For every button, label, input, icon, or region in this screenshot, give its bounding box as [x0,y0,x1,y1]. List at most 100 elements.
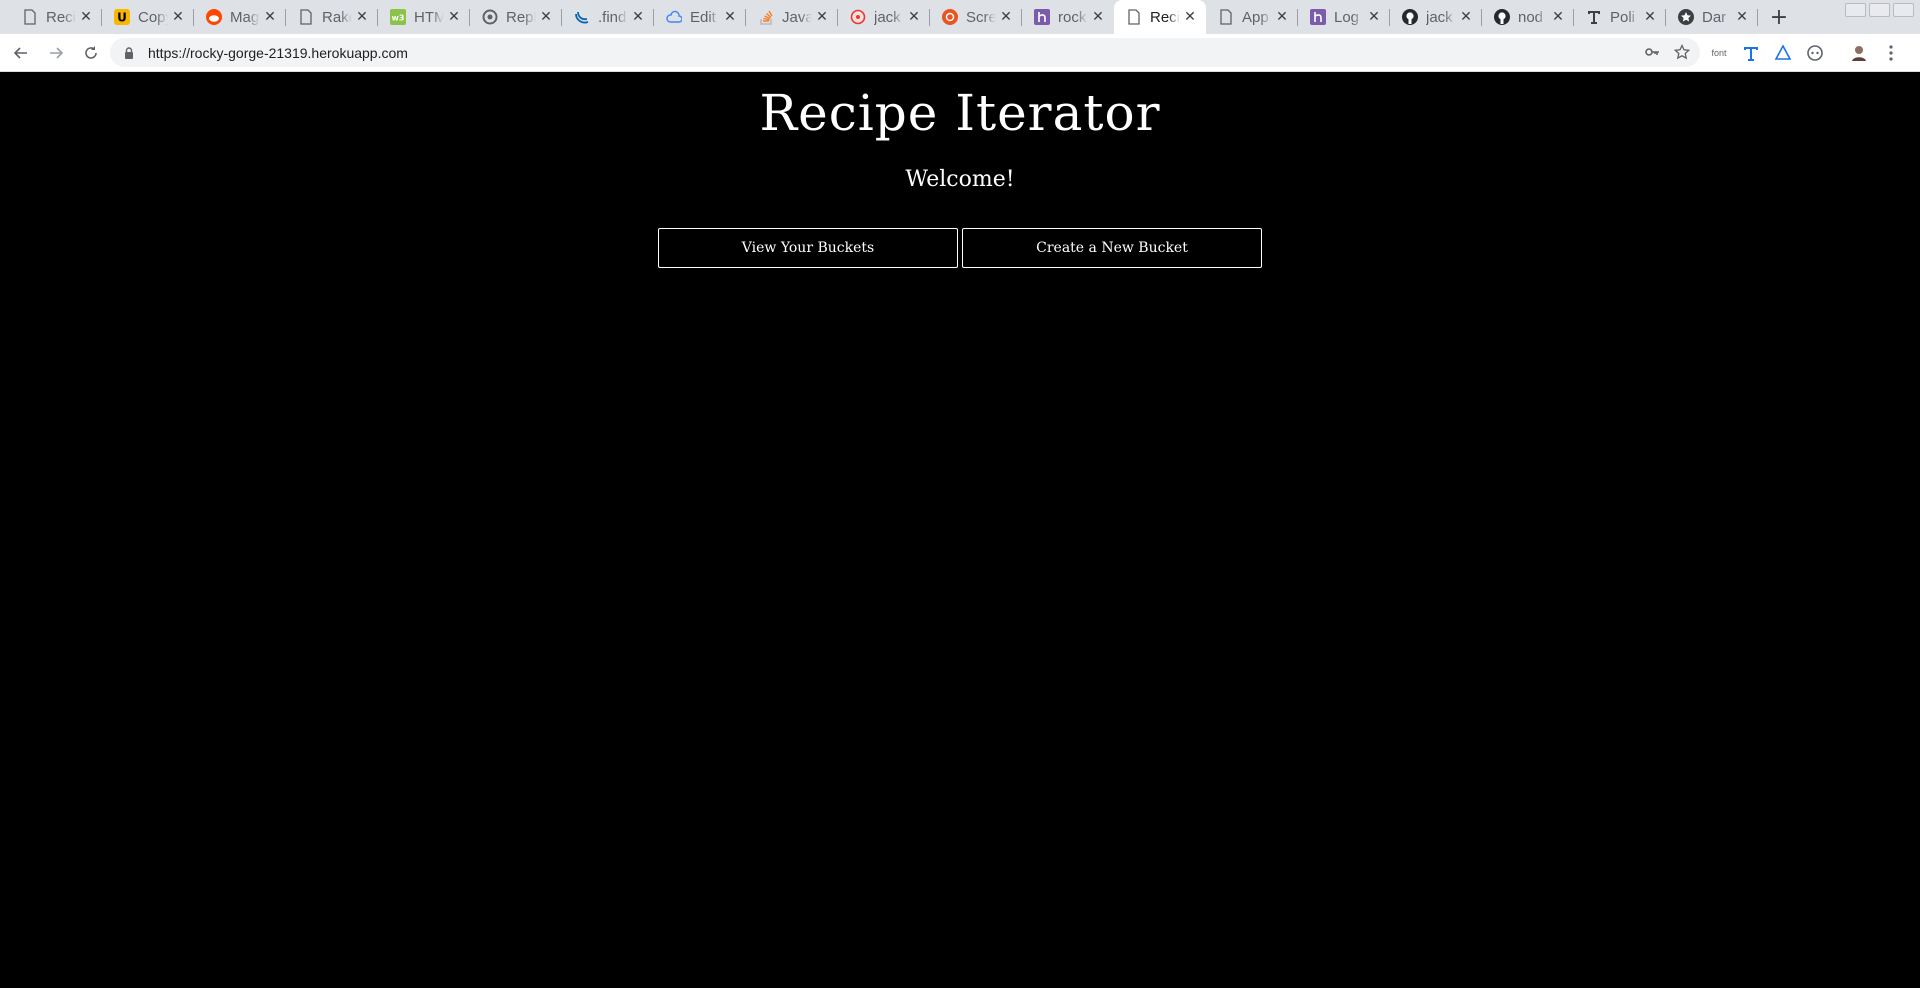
tab-title: HTML [414,8,444,26]
tab[interactable]: w3 HTML✕ [378,0,470,34]
cloud-icon [666,9,682,25]
tab-title: Scre [966,8,996,26]
tab-title: Recipe Iterator [46,8,76,26]
u-favicon-icon: U [114,9,130,25]
window-controls [1845,3,1914,17]
triangle-extension-icon[interactable] [1772,42,1794,64]
tab-close-icon[interactable]: ✕ [906,9,922,25]
tab[interactable]: Reply✕ [470,0,562,34]
create-bucket-button[interactable]: Create a New Bucket [962,228,1262,268]
reload-button[interactable] [77,39,105,67]
tab-close-icon[interactable]: ✕ [1182,9,1198,25]
tab-close-icon[interactable]: ✕ [630,9,646,25]
github-icon [1402,9,1418,25]
view-buckets-button[interactable]: View Your Buckets [658,228,958,268]
jquery-icon [574,9,590,25]
tab-close-icon[interactable]: ✕ [446,9,462,25]
circle-extension-icon[interactable] [1804,42,1826,64]
tab-title: Reply [506,8,536,26]
tab-active[interactable]: Reci ✕ [1114,0,1206,34]
tab-close-icon[interactable]: ✕ [1274,9,1290,25]
tab-close-icon[interactable]: ✕ [1090,9,1106,25]
key-icon[interactable] [1644,44,1660,60]
restore-button[interactable] [1869,3,1890,17]
tab[interactable]: Rake✕ [286,0,378,34]
tab-close-icon[interactable]: ✕ [998,9,1014,25]
tab-close-icon[interactable]: ✕ [1458,9,1474,25]
github-icon [1494,9,1510,25]
page-icon [1126,9,1142,25]
tab-close-icon[interactable]: ✕ [722,9,738,25]
profile-avatar-icon[interactable] [1848,42,1870,64]
tab[interactable]: .find ✕ [562,0,654,34]
page-title: Recipe Iterator [759,84,1161,142]
tab-title: rock [1058,8,1087,26]
tab[interactable]: Magic✕ [194,0,286,34]
tab-close-icon[interactable]: ✕ [170,9,186,25]
tab-title: Copy [138,8,168,26]
back-arrow-icon [13,46,27,59]
tab[interactable]: Java ✕ [746,0,838,34]
tab[interactable]: U Copy✕ [102,0,194,34]
address-bar[interactable]: https://rocky-gorge-21319.herokuapp.com [110,38,1700,67]
typeface-extension-icon[interactable] [1740,42,1762,64]
tab[interactable]: nod ✕ [1482,0,1574,34]
star-circle-icon [1678,9,1694,25]
tab[interactable]: Recipe Iterator✕ [10,0,102,34]
tab[interactable]: Edit ✕ [654,0,746,34]
font-extension-icon[interactable]: font [1708,42,1730,64]
svg-text:w3: w3 [392,14,405,23]
tab[interactable]: Dar ✕ [1666,0,1758,34]
tab-title: nod [1518,8,1544,26]
typeface-icon [1586,9,1602,25]
tab-close-icon[interactable]: ✕ [262,9,278,25]
circle-favicon-icon [482,9,498,25]
tab[interactable]: jack ✕ [838,0,930,34]
url-text: https://rocky-gorge-21319.herokuapp.com [148,44,408,61]
forward-button[interactable] [42,39,70,67]
tab-list: Recipe Iterator✕UCopy✕Magic✕Rake✕w3HTML✕… [0,0,1796,34]
tab[interactable]: App ✕ [1206,0,1298,34]
tab[interactable]: Scre ✕ [930,0,1022,34]
minimize-button[interactable] [1845,3,1866,17]
red-favicon-icon [850,9,866,25]
tab[interactable]: Poli ✕ [1574,0,1666,34]
menu-dots-icon[interactable] [1880,42,1902,64]
tab-title: Edit [690,8,716,26]
tab-close-icon[interactable]: ✕ [354,9,370,25]
tab-title: .find [598,8,627,26]
tab[interactable]: jack ✕ [1390,0,1482,34]
tab-strip: Recipe Iterator✕UCopy✕Magic✕Rake✕w3HTML✕… [0,0,1920,34]
browser-toolbar: https://rocky-gorge-21319.herokuapp.com … [0,34,1920,72]
forward-arrow-icon [50,46,64,59]
page-icon [1218,9,1234,25]
tab-title: App [1242,8,1269,26]
page-icon [298,9,314,25]
tab-title: Dar [1702,8,1727,26]
tab-title: Reci [1150,8,1180,26]
tab[interactable]: Log ✕ [1298,0,1390,34]
back-button[interactable] [7,39,35,67]
tab-close-icon[interactable]: ✕ [78,9,94,25]
stackoverflow-icon [758,9,774,25]
action-buttons: View Your Buckets Create a New Bucket [658,228,1262,268]
tab-close-icon[interactable]: ✕ [1550,9,1566,25]
tab-title: Rake [322,8,352,26]
tab-title: Magic [230,8,260,26]
tab-close-icon[interactable]: ✕ [1734,9,1750,25]
tab-close-icon[interactable]: ✕ [1366,9,1382,25]
tab-close-icon[interactable]: ✕ [1642,9,1658,25]
tab-title: Log [1334,8,1360,26]
html-favicon-icon: w3 [390,9,406,25]
tab-close-icon[interactable]: ✕ [814,9,830,25]
extensions-area: font [1708,38,1902,67]
close-window-button[interactable] [1893,3,1914,17]
page-content: Recipe Iterator Welcome! View Your Bucke… [0,72,1920,988]
new-tab-button[interactable]: + [1762,0,1796,34]
heroku-icon [1034,9,1050,25]
bookmark-star-icon[interactable] [1674,44,1690,60]
tab-close-icon[interactable]: ✕ [538,9,554,25]
tab[interactable]: rock ✕ [1022,0,1114,34]
tab-title: Java [782,8,812,26]
svg-text:U: U [117,11,127,25]
